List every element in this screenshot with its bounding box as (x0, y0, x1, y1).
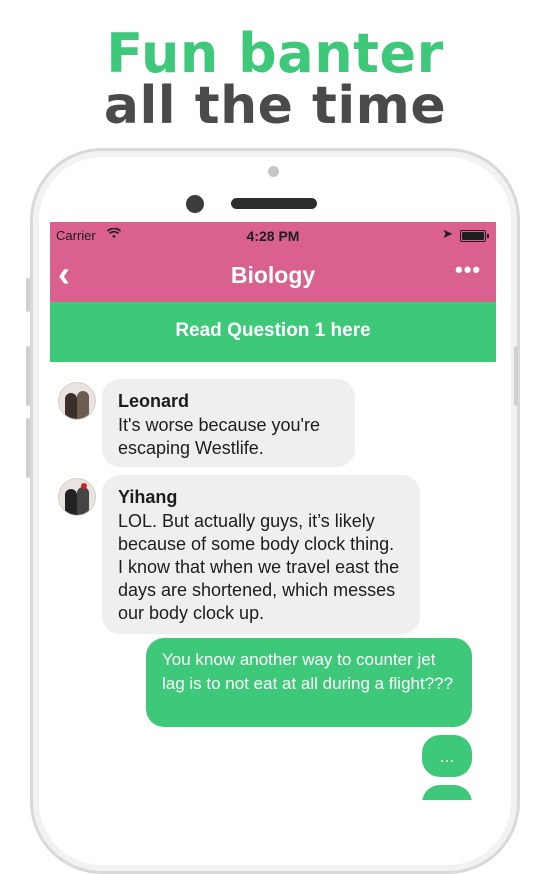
status-bar: Carrier 4:28 PM ➤ (50, 222, 496, 248)
message-text: LOL. But actually guys, it’s likely beca… (118, 511, 400, 623)
ellipsis-icon[interactable]: ••• (455, 257, 481, 283)
battery-icon (460, 230, 489, 242)
app-screen: Carrier 4:28 PM ➤ ‹ Biology ••• Read Que… (50, 222, 496, 800)
phone-camera (186, 195, 204, 213)
message-bubble-incoming: Yihang LOL. But actually guys, it’s like… (102, 475, 420, 634)
phone-volume-up (26, 346, 30, 406)
phone-speaker (231, 198, 317, 209)
avatar[interactable] (58, 382, 96, 420)
phone-sensor (268, 166, 279, 177)
location-arrow-icon: ➤ (442, 226, 453, 241)
phone-mute-switch (26, 278, 30, 312)
message-sender: Leonard (118, 391, 190, 411)
page-title: Biology (230, 262, 316, 288)
message-text: ... (439, 747, 455, 766)
headline-line-2: all the time (103, 76, 447, 136)
read-question-button[interactable]: Read Question 1 here (50, 302, 496, 362)
avatar[interactable] (58, 478, 96, 516)
message-bubble-incoming: Leonard It's worse because you're escapi… (102, 379, 355, 467)
message-bubble-outgoing: ... (422, 735, 472, 777)
message-text: You know another way to counter jet lag … (162, 650, 454, 693)
phone-power-button (514, 346, 518, 406)
message-bubble-outgoing (422, 785, 472, 800)
phone-volume-down (26, 418, 30, 478)
nav-bar: ‹ Biology ••• (50, 248, 496, 302)
message-sender: Yihang (118, 487, 178, 507)
clock: 4:28 PM (246, 228, 300, 244)
message-bubble-outgoing: You know another way to counter jet lag … (146, 638, 472, 727)
message-text: It's worse because you're escaping Westl… (118, 415, 320, 458)
